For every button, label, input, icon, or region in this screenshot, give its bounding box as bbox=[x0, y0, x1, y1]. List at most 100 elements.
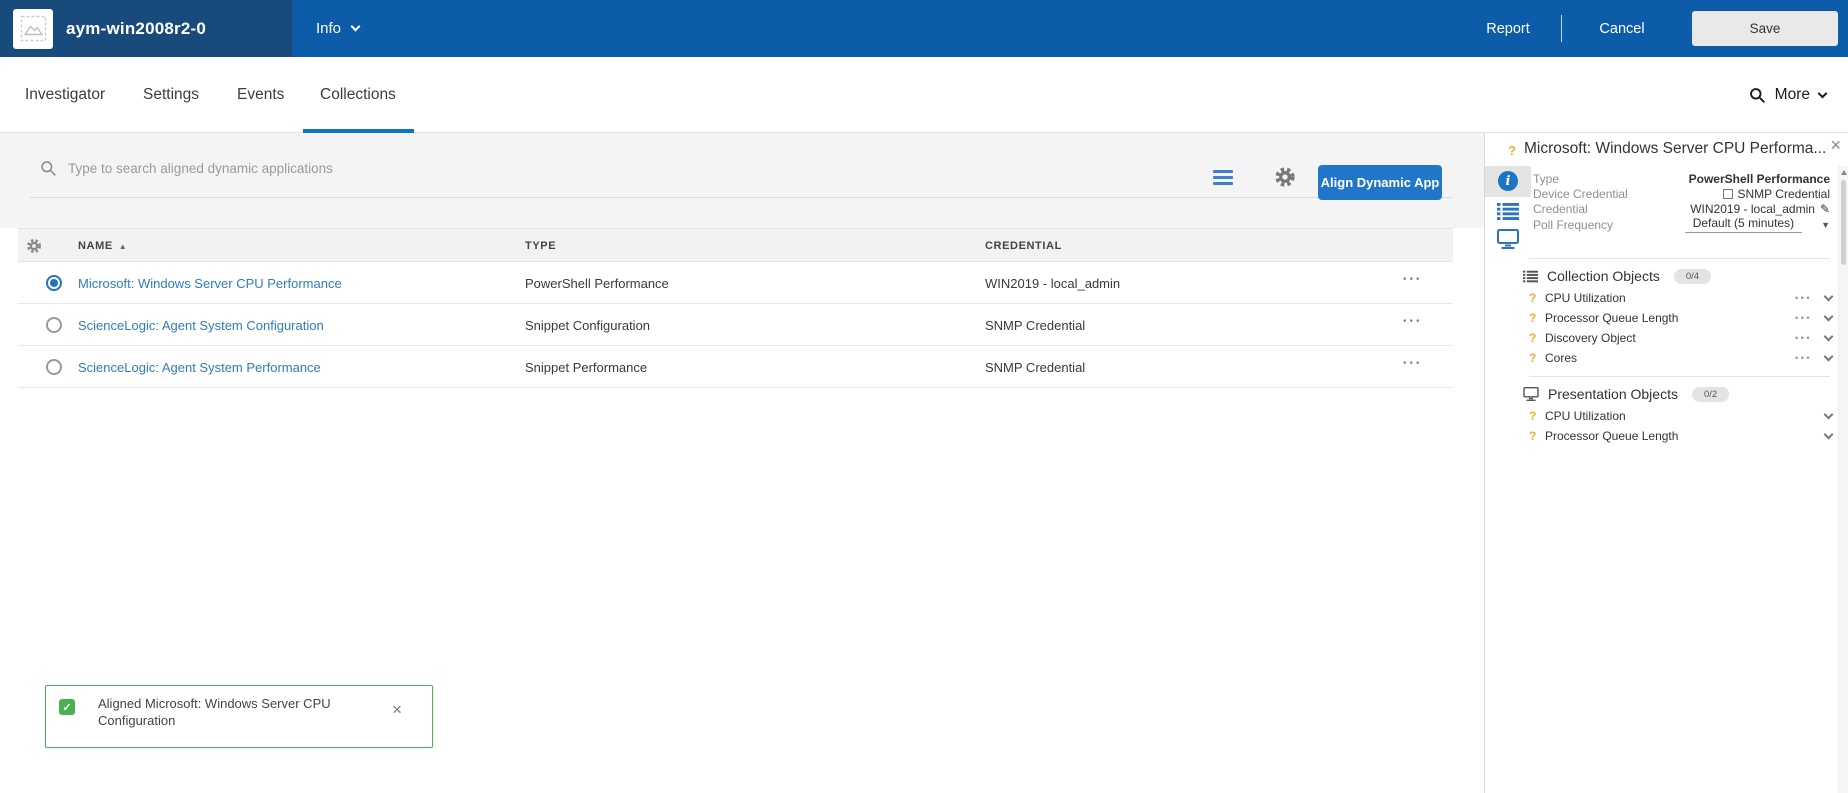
row-actions-icon[interactable]: ••• bbox=[1403, 274, 1423, 285]
object-actions-icon[interactable]: ••• bbox=[1795, 313, 1812, 323]
collection-object-row: ? CPU Utilization ••• bbox=[1529, 289, 1832, 307]
collection-objects-icon bbox=[1523, 270, 1538, 283]
collection-objects-badge: 0/4 bbox=[1674, 269, 1711, 284]
tab-investigator[interactable]: Investigator bbox=[25, 57, 105, 133]
field-label-device-credential: Device Credential bbox=[1533, 187, 1628, 201]
more-menu[interactable]: More bbox=[1749, 57, 1826, 133]
dynamic-app-link[interactable]: ScienceLogic: Agent System Configuration bbox=[78, 318, 324, 333]
column-header-credential[interactable]: CREDENTIAL bbox=[985, 240, 1062, 252]
presentation-objects-icon bbox=[1523, 387, 1539, 401]
object-actions-icon[interactable]: ••• bbox=[1795, 333, 1812, 343]
device-header: aym-win2008r2-0 bbox=[0, 0, 292, 57]
device-name: aym-win2008r2-0 bbox=[66, 19, 206, 39]
more-menu-label: More bbox=[1775, 86, 1810, 104]
toast-message: Aligned Microsoft: Windows Server CPU Co… bbox=[98, 695, 356, 729]
search-input[interactable] bbox=[68, 161, 888, 176]
row-type: Snippet Configuration bbox=[525, 318, 650, 333]
chevron-down-icon[interactable] bbox=[1824, 352, 1834, 362]
presentation-objects-badge: 0/2 bbox=[1692, 387, 1729, 402]
tab-events[interactable]: Events bbox=[237, 57, 284, 133]
field-label-poll-frequency: Poll Frequency bbox=[1533, 218, 1613, 232]
success-check-icon: ✓ bbox=[59, 699, 75, 715]
question-status-icon: ? bbox=[1529, 331, 1545, 345]
table-row: ScienceLogic: Agent System Performance S… bbox=[18, 346, 1453, 388]
search-underline bbox=[30, 197, 1453, 198]
row-radio[interactable] bbox=[46, 317, 62, 333]
column-settings-gear-icon[interactable] bbox=[26, 238, 42, 257]
question-status-icon: ? bbox=[1529, 311, 1545, 325]
panel-close-icon[interactable]: × bbox=[1830, 135, 1841, 156]
sort-asc-icon: ▲ bbox=[119, 242, 128, 251]
align-dynamic-app-button[interactable]: Align Dynamic App bbox=[1318, 165, 1442, 200]
toast-close-icon[interactable]: × bbox=[392, 700, 402, 720]
save-button[interactable]: Save bbox=[1692, 11, 1838, 46]
table-row: Microsoft: Windows Server CPU Performanc… bbox=[18, 262, 1453, 304]
caret-down-icon: ▼ bbox=[1821, 220, 1830, 230]
object-actions-icon[interactable]: ••• bbox=[1795, 293, 1812, 303]
presentation-objects-tab-icon[interactable] bbox=[1497, 229, 1519, 254]
collection-object-row: ? Discovery Object ••• bbox=[1529, 329, 1832, 347]
report-button[interactable]: Report bbox=[1476, 0, 1540, 57]
main-content: Align Dynamic App NAME▲ TYPE CREDENTIAL … bbox=[0, 133, 1484, 793]
chevron-down-icon bbox=[351, 22, 361, 32]
collection-object-row: ? Processor Queue Length ••• bbox=[1529, 309, 1832, 327]
collection-object-row: ? Cores ••• bbox=[1529, 349, 1832, 367]
tab-bar: Investigator Settings Events Collections… bbox=[0, 57, 1848, 133]
tab-settings[interactable]: Settings bbox=[143, 57, 199, 133]
dynamic-app-link[interactable]: ScienceLogic: Agent System Performance bbox=[78, 360, 321, 375]
info-tab-icon[interactable]: i bbox=[1498, 171, 1518, 191]
field-value-type: PowerShell Performance bbox=[1689, 172, 1830, 186]
object-actions-icon[interactable]: ••• bbox=[1795, 353, 1812, 363]
presentation-objects-title: Presentation Objects bbox=[1548, 386, 1678, 402]
settings-gear-icon[interactable] bbox=[1274, 166, 1296, 193]
dynamic-app-detail-panel: ? Microsoft: Windows Server CPU Performa… bbox=[1484, 133, 1848, 793]
poll-frequency-select[interactable]: Default (5 minutes) bbox=[1685, 216, 1802, 233]
edit-credential-icon[interactable]: ✎ bbox=[1820, 202, 1830, 216]
panel-scrollbar[interactable] bbox=[1838, 166, 1848, 793]
row-type: Snippet Performance bbox=[525, 360, 647, 375]
chevron-down-icon[interactable] bbox=[1824, 430, 1834, 440]
row-actions-icon[interactable]: ••• bbox=[1403, 358, 1423, 369]
info-dropdown-label: Info bbox=[316, 20, 341, 37]
row-radio-selected[interactable] bbox=[46, 275, 62, 291]
chevron-down-icon[interactable] bbox=[1824, 332, 1834, 342]
dynamic-app-link[interactable]: Microsoft: Windows Server CPU Performanc… bbox=[78, 276, 342, 291]
column-header-name[interactable]: NAME▲ bbox=[78, 240, 127, 252]
collection-object-label: Cores bbox=[1545, 351, 1577, 365]
presentation-object-row: ? Processor Queue Length bbox=[1529, 427, 1832, 445]
chevron-down-icon[interactable] bbox=[1824, 312, 1834, 322]
search-icon bbox=[40, 160, 57, 177]
topbar-divider bbox=[1561, 15, 1562, 42]
app-status-question-icon: ? bbox=[1508, 143, 1516, 158]
collection-objects-title: Collection Objects bbox=[1547, 268, 1660, 284]
search-icon bbox=[1749, 87, 1766, 104]
collection-object-label: CPU Utilization bbox=[1545, 291, 1626, 305]
row-actions-icon[interactable]: ••• bbox=[1403, 316, 1423, 327]
field-label-type: Type bbox=[1533, 172, 1559, 186]
cancel-button[interactable]: Cancel bbox=[1590, 0, 1654, 57]
snmp-credential-checkbox[interactable] bbox=[1723, 189, 1733, 199]
row-radio[interactable] bbox=[46, 359, 62, 375]
question-status-icon: ? bbox=[1529, 409, 1545, 423]
info-dropdown[interactable]: Info bbox=[316, 0, 359, 57]
tab-collections[interactable]: Collections bbox=[320, 57, 396, 133]
presentation-objects-header: Presentation Objects 0/2 bbox=[1523, 383, 1729, 405]
row-credential: SNMP Credential bbox=[985, 360, 1085, 375]
device-image-placeholder bbox=[13, 9, 53, 49]
chevron-down-icon[interactable] bbox=[1824, 292, 1834, 302]
collection-objects-tab-icon[interactable] bbox=[1497, 203, 1519, 225]
scroll-up-icon[interactable] bbox=[1841, 170, 1847, 175]
chevron-down-icon[interactable] bbox=[1824, 410, 1834, 420]
panel-title: Microsoft: Windows Server CPU Performa..… bbox=[1524, 140, 1826, 158]
row-credential: SNMP Credential bbox=[985, 318, 1085, 333]
list-view-toggle[interactable] bbox=[1213, 170, 1233, 185]
collection-objects-header: Collection Objects 0/4 bbox=[1523, 265, 1711, 287]
collection-object-label: Processor Queue Length bbox=[1545, 311, 1678, 325]
column-header-type[interactable]: TYPE bbox=[525, 240, 556, 252]
collection-object-label: Discovery Object bbox=[1545, 331, 1636, 345]
scrollbar-thumb[interactable] bbox=[1841, 180, 1846, 265]
question-status-icon: ? bbox=[1529, 351, 1545, 365]
presentation-object-label: CPU Utilization bbox=[1545, 409, 1626, 423]
presentation-object-label: Processor Queue Length bbox=[1545, 429, 1678, 443]
field-label-credential: Credential bbox=[1533, 202, 1588, 216]
